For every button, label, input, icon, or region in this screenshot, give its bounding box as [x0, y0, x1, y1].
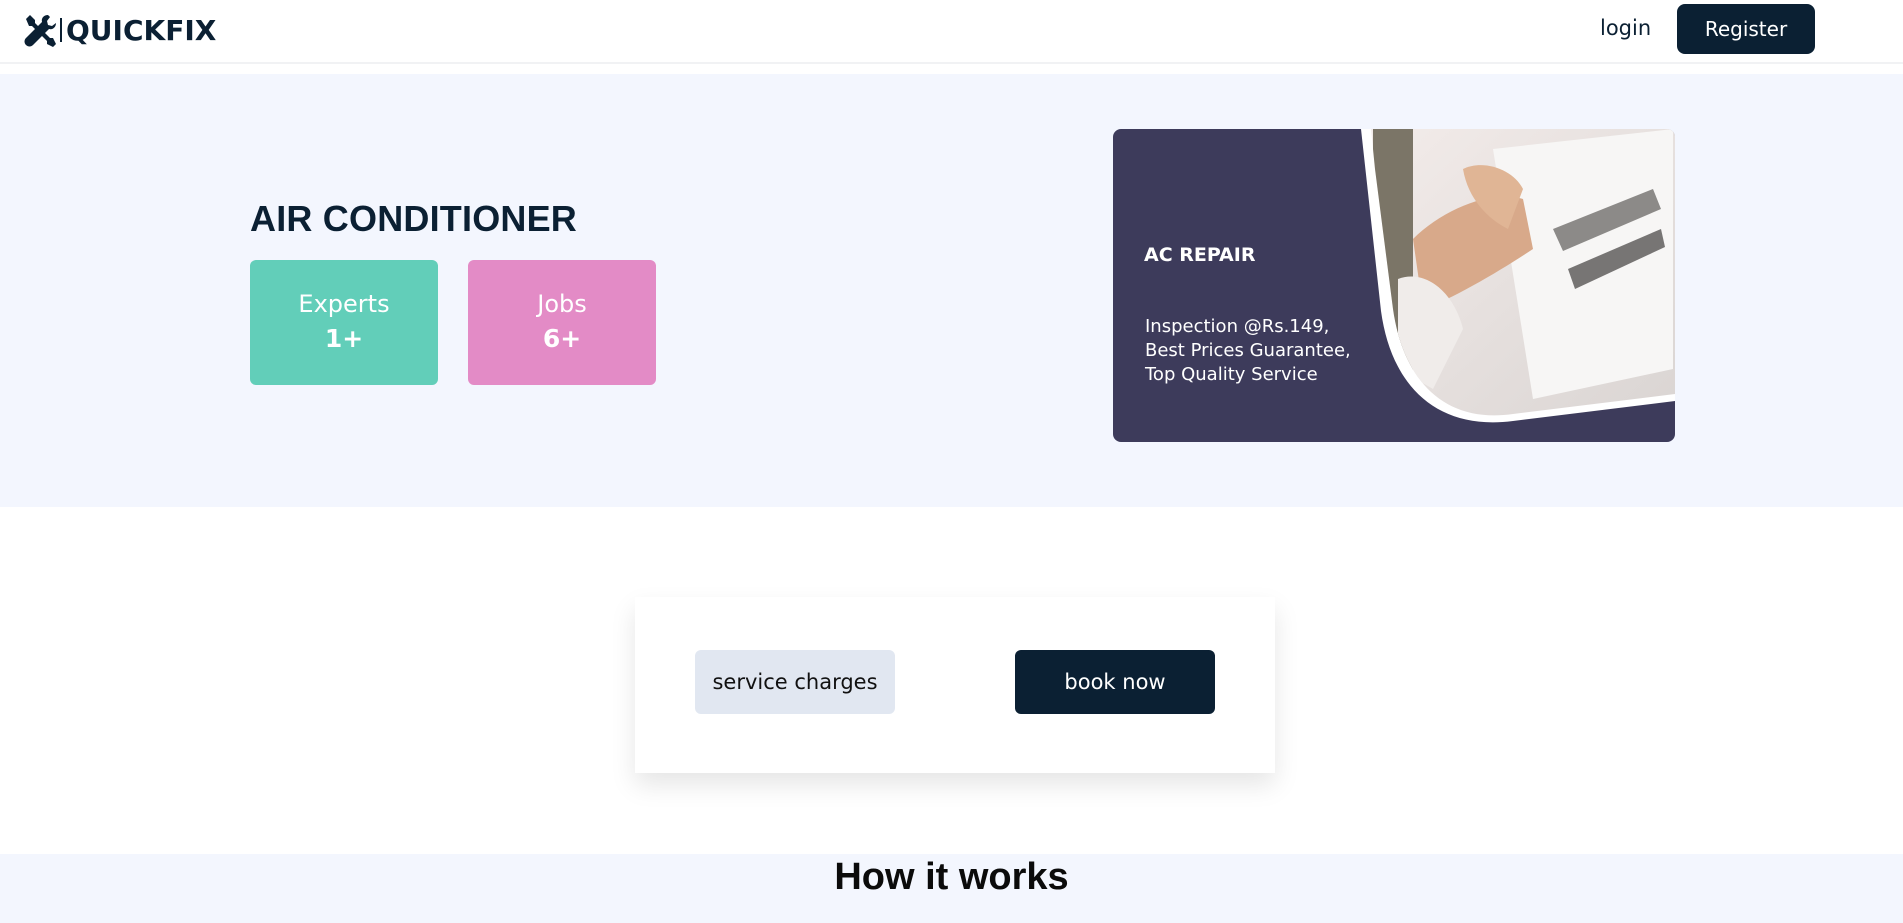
jobs-stat-card: Jobs 6+	[468, 260, 656, 385]
banner-line: Top Quality Service	[1145, 364, 1318, 385]
brand-name: QUICKFIX	[66, 13, 217, 47]
hero-section: AIR CONDITIONER Experts 1+ Jobs 6+ AC RE…	[0, 74, 1903, 507]
experts-stat-card: Experts 1+	[250, 260, 438, 385]
banner-line: Best Prices Guarantee,	[1145, 340, 1351, 361]
how-it-works-section: How it works	[0, 854, 1903, 923]
stat-value: 6+	[542, 324, 582, 353]
navbar: QUICKFIX login Register	[0, 0, 1903, 64]
banner-line: Inspection @Rs.149,	[1145, 316, 1330, 337]
service-charges-button[interactable]: service charges	[695, 650, 895, 714]
stat-label: Experts	[298, 290, 390, 318]
ac-repair-photo	[1361, 129, 1675, 423]
wrench-screwdriver-icon	[24, 15, 56, 47]
login-link[interactable]: login	[1600, 16, 1651, 40]
book-now-button[interactable]: book now	[1015, 650, 1215, 714]
stat-label: Jobs	[537, 290, 587, 318]
register-button[interactable]: Register	[1677, 4, 1815, 54]
brand-separator	[60, 18, 62, 42]
section-title: How it works	[834, 856, 1069, 898]
stat-value: 1+	[324, 324, 364, 353]
banner-title: AC REPAIR	[1144, 244, 1256, 266]
banner-text: Inspection @Rs.149, Best Prices Guarante…	[1145, 315, 1351, 387]
brand-logo[interactable]: QUICKFIX	[20, 10, 216, 50]
action-card: service charges book now	[635, 597, 1275, 773]
page-title: AIR CONDITIONER	[250, 198, 577, 239]
ac-repair-banner[interactable]: AC REPAIR Inspection @Rs.149, Best Price…	[1113, 129, 1675, 442]
